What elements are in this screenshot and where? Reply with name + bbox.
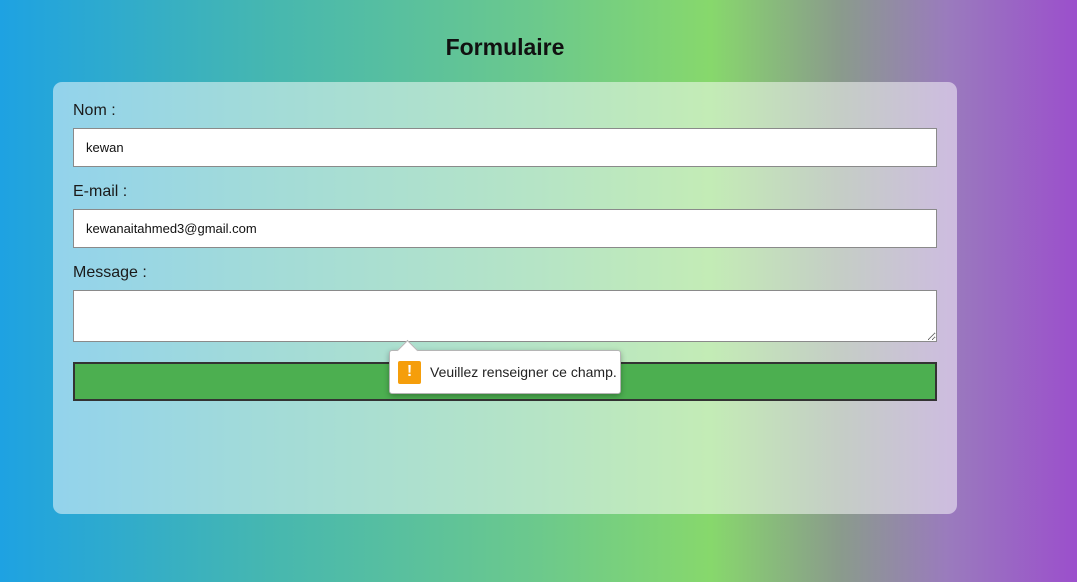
name-input[interactable]: [73, 128, 937, 167]
tooltip-text: Veuillez renseigner ce champ.: [430, 364, 617, 380]
email-label: E-mail :: [73, 183, 128, 200]
message-label: Message :: [73, 264, 147, 281]
name-label: Nom :: [73, 102, 116, 119]
page-title: Formulaire: [445, 34, 565, 60]
message-textarea[interactable]: [73, 290, 937, 342]
email-input[interactable]: [73, 209, 937, 248]
validation-tooltip: ! Veuillez renseigner ce champ.: [389, 339, 621, 394]
warning-icon: !: [398, 360, 421, 384]
contact-form: Nom : E-mail : Message :: [53, 82, 957, 514]
